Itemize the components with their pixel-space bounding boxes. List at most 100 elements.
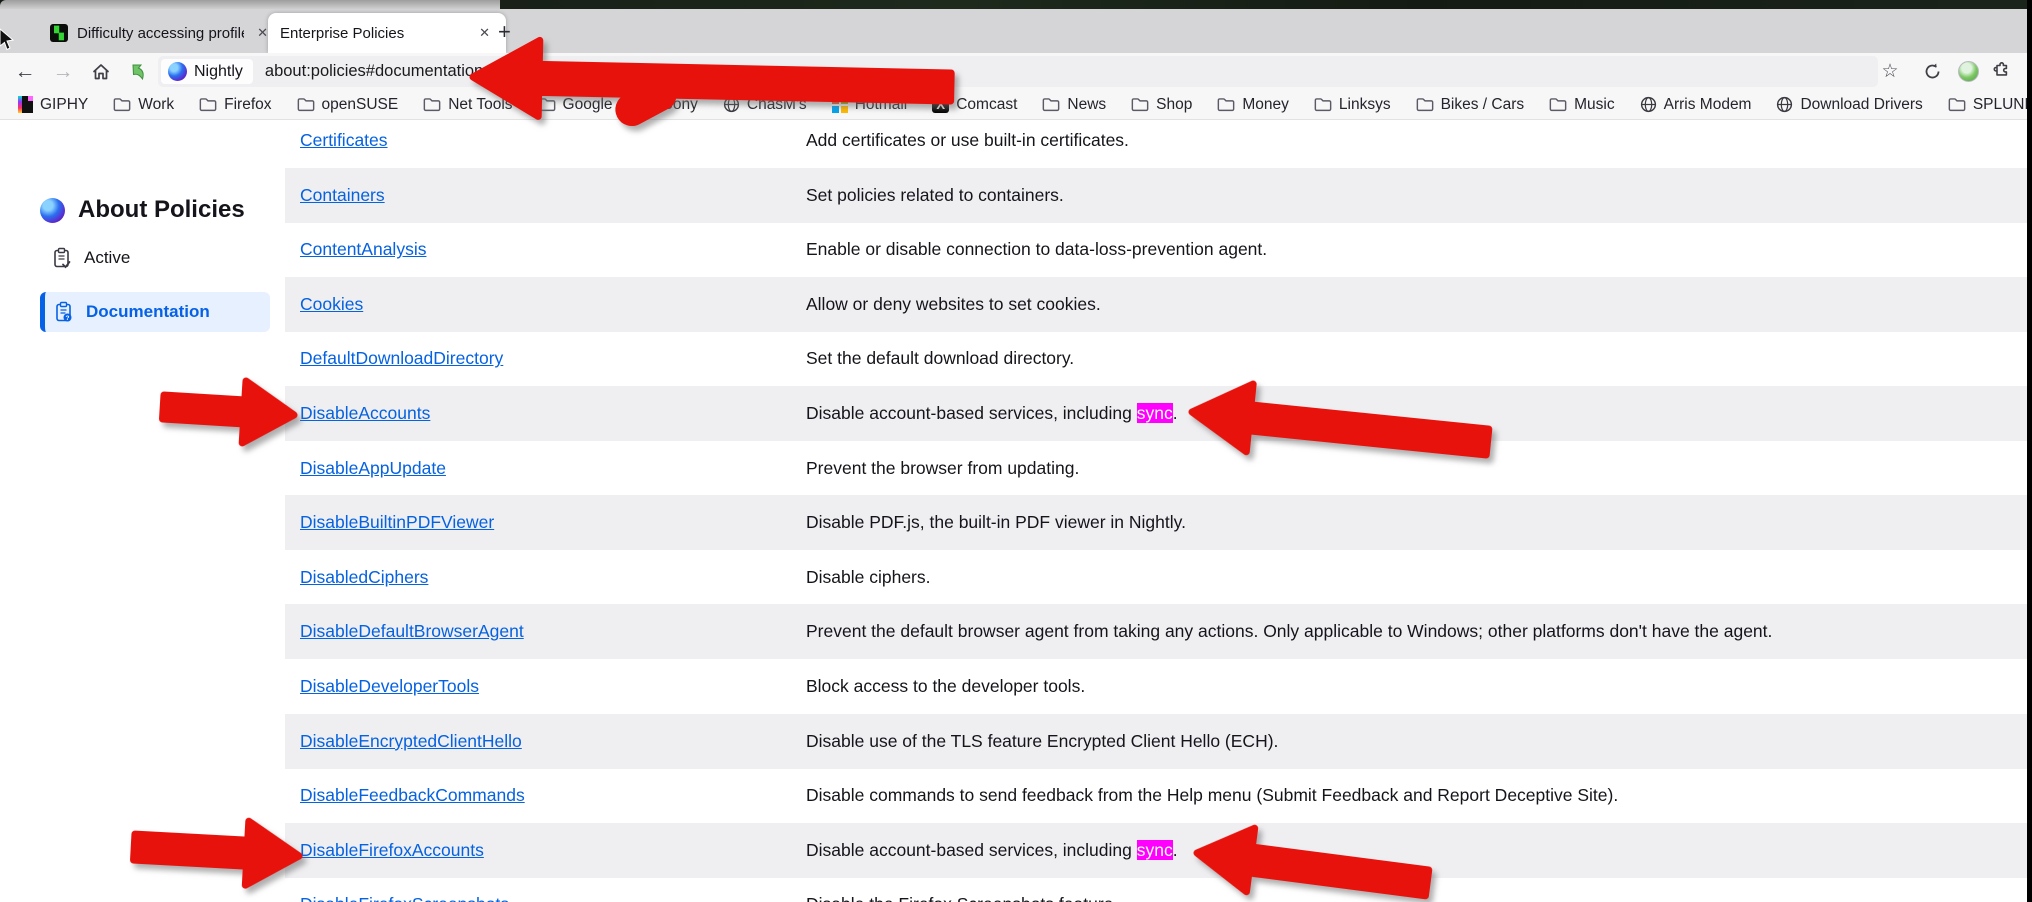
bookmark-item[interactable]: Linksys <box>1314 96 1391 114</box>
sidebar: About Policies Active ? Documentation <box>40 196 270 332</box>
bookmark-item[interactable]: Money <box>1217 96 1289 114</box>
policy-description: Disable account-based services, includin… <box>806 403 1178 423</box>
folder-icon <box>1043 98 1060 112</box>
back-button[interactable]: ← <box>8 53 42 90</box>
folder-icon <box>423 98 441 112</box>
bookmark-item[interactable]: X Comcast <box>932 96 1017 114</box>
policy-link[interactable]: Certificates <box>300 130 388 151</box>
policy-link[interactable]: DisableAppUpdate <box>300 458 446 479</box>
policy-description: Prevent the default browser agent from t… <box>806 621 1773 642</box>
policy-row: DisableFirefoxAccounts Disable account-ba… <box>285 822 2027 878</box>
policy-link[interactable]: DefaultDownloadDirectory <box>300 348 503 369</box>
reload-button[interactable] <box>1916 53 1948 90</box>
green-extension-button[interactable] <box>1952 53 1984 90</box>
green-redirect-extension-button[interactable] <box>122 53 156 90</box>
policy-row: DisableDefaultBrowserAgent Prevent the de… <box>285 604 2027 660</box>
tab-difficulty-accessing-profile[interactable]: ▚ Difficulty accessing profile/ ✕ <box>38 13 284 53</box>
bookmark-item[interactable]: Bikes / Cars <box>1416 96 1524 114</box>
policy-link[interactable]: DisableFirefoxScreenshots <box>300 894 509 902</box>
policy-row: Certificates Add certificates or use buil… <box>285 121 2027 168</box>
folder-icon <box>538 98 555 112</box>
search-highlight: sync <box>1136 839 1173 860</box>
policy-link[interactable]: Containers <box>300 185 385 206</box>
folder-icon <box>1416 98 1433 112</box>
new-tab-button[interactable]: + <box>498 21 511 43</box>
tab-label: Difficulty accessing profile/ <box>77 24 245 42</box>
page-title-row: About Policies <box>40 196 270 224</box>
policy-row: Containers Set policies related to contai… <box>285 167 2027 223</box>
policy-link[interactable]: DisableFirefoxAccounts <box>300 840 484 861</box>
url-text[interactable]: about:policies#documentation <box>265 62 483 81</box>
policy-description: Disable use of the TLS feature Encrypted… <box>806 730 1279 751</box>
policy-link[interactable]: DisabledCiphers <box>300 567 428 588</box>
policy-link[interactable]: ContentAnalysis <box>300 239 426 260</box>
bookmark-label: News <box>1067 95 1107 113</box>
policy-link[interactable]: DisableDefaultBrowserAgent <box>300 621 524 642</box>
bookmarks-toolbar: GIPHY Work Firefox openSUSE Net Tools Google S… <box>0 90 2027 120</box>
bookmark-label: Linksys <box>1338 95 1391 113</box>
green-extension-icon <box>1957 61 1979 82</box>
x-logo-icon: X <box>932 96 950 113</box>
bookmark-label: SPLUNK <box>1972 95 2027 113</box>
tab-enterprise-policies[interactable]: Enterprise Policies ✕ <box>268 13 506 53</box>
bookmark-label: Sony <box>662 95 698 113</box>
globe-icon <box>723 96 739 113</box>
bookmark-item[interactable]: SPLUNK <box>1948 96 2027 114</box>
window-border <box>0 0 500 9</box>
bookmark-item[interactable]: Net Tools <box>423 95 513 114</box>
green-curved-arrow-icon <box>132 64 144 80</box>
sidebar-item-active[interactable]: Active <box>40 238 270 278</box>
extensions-button[interactable] <box>1984 53 2016 90</box>
forward-button[interactable]: → <box>46 53 80 90</box>
bookmark-item[interactable]: Google <box>538 96 613 114</box>
bookmark-item[interactable]: Arris Modem <box>1640 95 1752 114</box>
bookmark-label: Work <box>138 95 175 113</box>
bookmark-star-button[interactable]: ☆ <box>1874 53 1906 90</box>
policy-description: Allow or deny websites to set cookies. <box>806 293 1101 314</box>
bookmark-item[interactable]: openSUSE <box>297 95 399 114</box>
policy-row: DefaultDownloadDirectory Set the default … <box>285 331 2027 386</box>
policy-row: DisableFirefoxScreenshots Disable the Fir… <box>285 877 2027 902</box>
policy-row: DisableFeedbackCommands Disable commands … <box>285 768 2027 823</box>
bookmark-item[interactable]: Work <box>113 96 174 114</box>
bookmark-item[interactable]: Sony <box>638 96 698 114</box>
tab-close-icon[interactable]: ✕ <box>475 23 494 43</box>
folder-icon <box>199 98 217 112</box>
policy-link[interactable]: DisableDeveloperTools <box>300 676 479 697</box>
policy-link[interactable]: DisableFeedbackCommands <box>300 785 525 806</box>
bookmark-item[interactable]: Shop <box>1131 96 1192 114</box>
bookmark-label: Net Tools <box>448 95 513 113</box>
folder-icon <box>1549 98 1567 112</box>
sidebar-item-label: Active <box>84 248 131 267</box>
bookmark-item[interactable]: Download Drivers <box>1776 95 1923 114</box>
policy-description: Set policies related to containers. <box>806 184 1064 205</box>
bookmark-item[interactable]: GIPHY <box>18 96 88 114</box>
bookmark-item[interactable]: Music <box>1549 96 1615 114</box>
folder-icon <box>1314 98 1332 112</box>
bookmark-label: openSUSE <box>321 95 399 113</box>
bookmark-label: Arris Modem <box>1663 95 1752 113</box>
screen-right-edge <box>2027 0 2032 902</box>
policy-row: DisableDeveloperTools Block access to the… <box>285 659 2027 714</box>
bookmark-item[interactable]: Hotmail <box>831 96 907 114</box>
folder-icon <box>1948 98 1966 112</box>
policy-link[interactable]: Cookies <box>300 294 363 315</box>
folder-icon <box>1217 98 1235 112</box>
policy-description: Disable the Firefox Screenshots feature. <box>806 894 1118 902</box>
bookmark-item[interactable]: Firefox <box>199 96 272 114</box>
bookmark-item[interactable]: ChasM's <box>723 96 807 114</box>
navigation-toolbar: ← → Nightly about:policies#documentation… <box>0 53 2032 90</box>
policy-row: ContentAnalysis Enable or disable connect… <box>285 222 2027 277</box>
bookmark-label: Download Drivers <box>1800 95 1923 113</box>
policy-link[interactable]: DisableAccounts <box>300 403 430 424</box>
sidebar-item-documentation[interactable]: ? Documentation <box>40 292 270 332</box>
url-bar[interactable]: Nightly about:policies#documentation <box>158 56 1878 87</box>
policy-row: Cookies Allow or deny websites to set coo… <box>285 276 2027 332</box>
search-highlight: sync <box>1136 403 1173 423</box>
search-engine-chip[interactable]: Nightly <box>161 59 253 84</box>
policy-link[interactable]: DisableBuiltinPDFViewer <box>300 512 494 533</box>
home-button[interactable] <box>84 53 118 90</box>
bookmark-item[interactable]: News <box>1042 96 1106 114</box>
policy-link[interactable]: DisableEncryptedClientHello <box>300 731 522 752</box>
policy-row: DisableAppUpdate Prevent the browser from… <box>285 441 2027 496</box>
